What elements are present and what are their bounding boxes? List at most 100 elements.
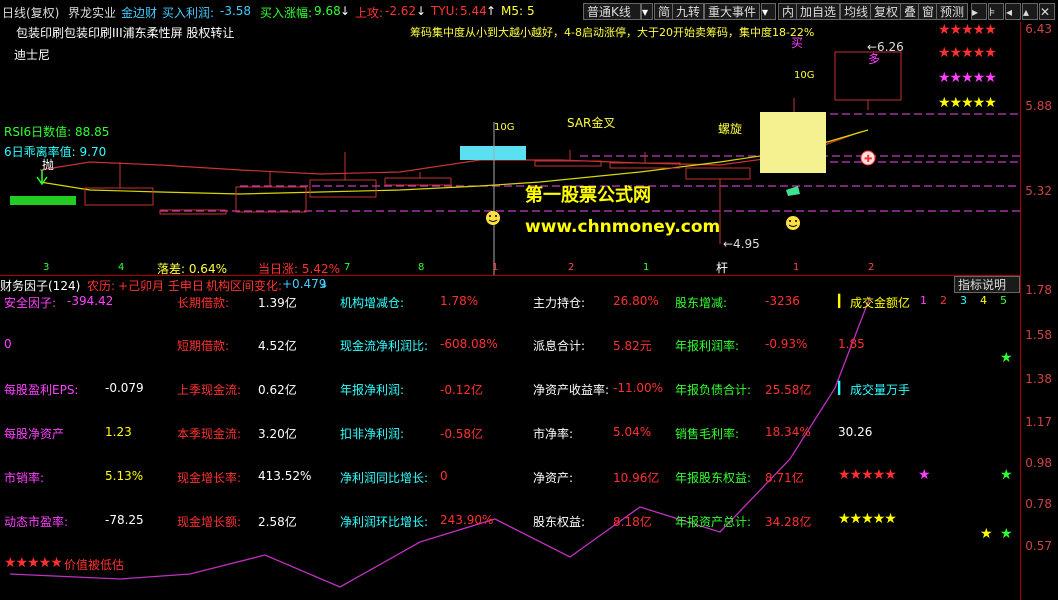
arrow-up-icon: ↑ [486, 4, 497, 18]
leaf-icon [786, 186, 800, 196]
up-attack-value: -2.62 [385, 4, 417, 18]
simple-button[interactable]: 简 [654, 3, 675, 20]
fin-value: 1.85 [838, 337, 865, 351]
series-index: 1 [920, 294, 927, 307]
tyu-label: TYU: [431, 4, 459, 18]
indicator-help-button[interactable]: 指标说明 [954, 276, 1020, 293]
spiral-label: 螺旋 [718, 122, 743, 136]
chevron-down-icon[interactable]: ▾ [761, 3, 776, 20]
fuquan-button[interactable]: 复权 [870, 3, 903, 20]
series-index: 3 [960, 294, 967, 307]
chevron-down-icon[interactable]: ▾ [641, 3, 653, 20]
count: 2 [868, 262, 875, 273]
pin-icon[interactable]: ⊧ [988, 3, 1004, 20]
lunar-value: +己卯月 壬申日 [118, 279, 204, 293]
fin-value: 243.90% [440, 513, 494, 527]
axis-tick: 0.57 [1025, 539, 1052, 553]
fin-value: -11.00% [613, 381, 664, 395]
close-icon[interactable]: ✕ [1039, 3, 1055, 20]
m5-label: M5: [501, 4, 524, 18]
star-rating: ★★★★★ [938, 45, 997, 61]
tyu-value: 5.44 [460, 4, 487, 18]
fin-value: 4.52亿 [258, 339, 297, 353]
star-icon: ★ [918, 467, 931, 483]
fin-label: 派息合计: [533, 339, 586, 353]
green-marker [10, 196, 76, 205]
m5-value: 5 [527, 4, 535, 18]
fin-value: -608.08% [440, 337, 498, 351]
fin-value: 25.58亿 [765, 383, 812, 397]
fin-label: 短期借款: [177, 339, 230, 353]
count: 8 [418, 262, 425, 273]
kline-type-select[interactable]: 普通K线 [583, 3, 641, 20]
star-rating: ★★★★★ [4, 555, 63, 571]
fin-value: 0 [4, 337, 12, 351]
fin-value: 10.96亿 [613, 471, 660, 485]
sell-label: 抛 [42, 158, 55, 172]
fin-label: 年报负债合计: [675, 383, 752, 397]
fin-value: 0.62亿 [258, 383, 297, 397]
jiuzhuan-button[interactable]: 九转 [672, 3, 705, 20]
tag-10g: 10G [494, 122, 515, 133]
highlight-candle [760, 112, 826, 173]
fin-value: -0.12亿 [440, 383, 484, 397]
predict-button[interactable]: 预测 [936, 3, 969, 20]
fin-value: 2.58亿 [258, 515, 297, 529]
sar-label: SAR金叉 [567, 116, 616, 130]
tag-10g: 10G [794, 70, 815, 81]
collapse-icon[interactable]: ◂ [1005, 3, 1021, 20]
fin-label: 长期借款: [177, 296, 230, 310]
svg-text:✚: ✚ [864, 154, 872, 165]
lunar-label: 农历: [87, 279, 116, 293]
axis-tick: 1.78 [1025, 283, 1052, 297]
fin-value: -0.079 [105, 381, 144, 395]
fin-label: 年报净利润: [340, 383, 405, 397]
overlay-button[interactable]: 叠 [900, 3, 921, 20]
rsi6-text: RSI6日数值: 88.85 [4, 125, 110, 139]
count: 4 [118, 262, 125, 273]
price-high: ←6.26 [867, 40, 904, 54]
ma-button[interactable]: 均线 [840, 3, 873, 20]
arrow-down-icon: ↓ [340, 4, 351, 18]
axis-tick: 0.78 [1025, 497, 1052, 511]
fin-label: 净利润环比增长: [340, 515, 429, 529]
star-rating: ★★★★★ [838, 511, 897, 527]
kline-chart[interactable]: ✚ [0, 22, 1058, 600]
fin-value: -0.93% [765, 337, 808, 351]
star-rating: ★★★★★ [938, 95, 997, 111]
next-icon[interactable]: ▸ [971, 3, 987, 20]
fin-value: 8.18亿 [613, 515, 652, 529]
chip-info: 筹码集中度从小到大越小越好，4-8启动涨停，大于20开始卖筹码，集中度18-22… [410, 26, 815, 39]
bar-icon: ▎ [838, 294, 848, 308]
count: 1 [643, 262, 650, 273]
disney-label: 迪士尼 [14, 48, 51, 62]
major-events-button[interactable]: 重大事件 [704, 3, 761, 20]
expand-icon[interactable]: ▴ [1022, 3, 1038, 20]
bias6-text: 6日乖离率值: 9.70 [4, 145, 107, 159]
inner-button[interactable]: 内 [778, 3, 799, 20]
fin-label: 净利润同比增长: [340, 471, 429, 485]
fin-label: 每股盈利EPS: [4, 383, 79, 397]
fin-value: 413.52% [258, 469, 312, 483]
fin-value: -394.42 [67, 294, 114, 308]
undervalued-label: 价值被低估 [64, 558, 125, 572]
inst-label: 机构区间变化: [206, 279, 283, 293]
arrow-down-icon: ↓ [319, 277, 330, 291]
fin-label: 股东增减: [675, 296, 728, 310]
fin-value: -78.25 [105, 513, 144, 527]
star-icon: ★ [1000, 526, 1013, 542]
buy-profit-value: -3.58 [220, 4, 252, 18]
fin-label: 股东权益: [533, 515, 586, 529]
window-button[interactable]: 窗 [918, 3, 939, 20]
axis-tick: 1.58 [1025, 328, 1052, 342]
fin-label: 机构增减仓: [340, 296, 405, 310]
fin-value: -3236 [765, 294, 800, 308]
fin-value: 5.82元 [613, 339, 652, 353]
fin-label: 年报资产总计: [675, 515, 752, 529]
star-rating: ★★★★★ [938, 22, 997, 38]
count: 3 [43, 262, 50, 273]
price-low: ←4.95 [723, 237, 760, 251]
add-favorite-button[interactable]: 加自选 [796, 3, 841, 20]
price-tick: 6.43 [1025, 22, 1052, 36]
fin-value: 1.23 [105, 425, 132, 439]
